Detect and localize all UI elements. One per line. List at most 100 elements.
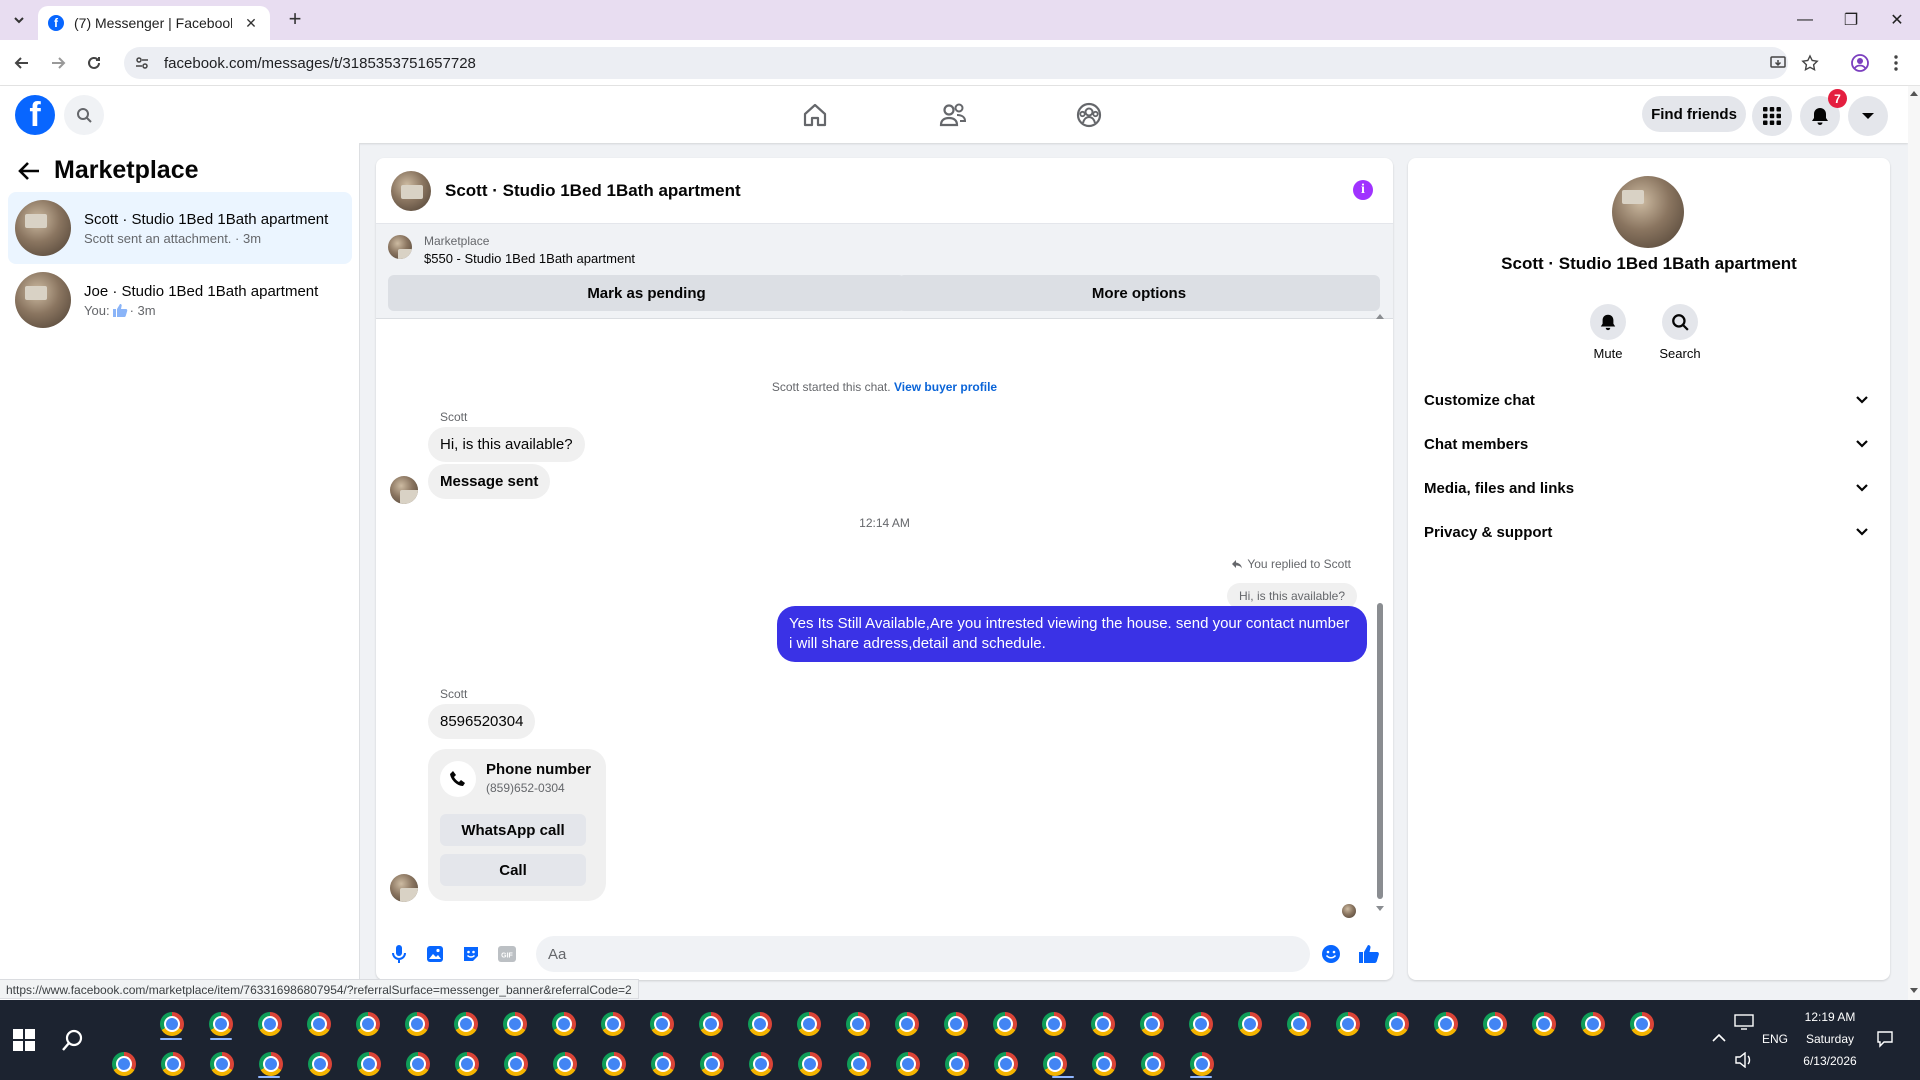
restore-button[interactable]: ❐	[1828, 0, 1874, 40]
taskbar-chrome-icon[interactable]	[602, 1052, 626, 1076]
whatsapp-call-button[interactable]: WhatsApp call	[440, 814, 586, 846]
facebook-search-button[interactable]	[64, 95, 104, 135]
taskbar-chrome-icon[interactable]	[700, 1052, 724, 1076]
scroll-down-arrow-icon[interactable]	[1376, 906, 1384, 912]
taskbar-chrome-icon[interactable]	[455, 1052, 479, 1076]
search-action[interactable]: Search	[1650, 304, 1710, 361]
taskbar-chrome-icon[interactable]	[504, 1052, 528, 1076]
taskbar-chrome-icon[interactable]	[307, 1012, 331, 1036]
more-options-button[interactable]: More options	[898, 275, 1380, 311]
taskbar-chrome-icon[interactable]	[406, 1052, 430, 1076]
scroll-up-arrow-icon[interactable]	[1376, 313, 1384, 319]
chat-avatar[interactable]	[391, 170, 431, 211]
incoming-message[interactable]: Hi, is this available?	[428, 427, 585, 462]
taskbar-chrome-icon[interactable]	[112, 1052, 136, 1076]
taskbar-chrome-icon[interactable]	[945, 1052, 969, 1076]
taskbar-chrome-icon[interactable]	[209, 1012, 233, 1036]
taskbar-chrome-icon[interactable]	[1140, 1012, 1164, 1036]
microphone-icon[interactable]	[388, 943, 410, 965]
taskbar-chrome-icon[interactable]	[748, 1012, 772, 1036]
incoming-message[interactable]: Message sent	[428, 464, 551, 499]
scroll-up-arrow-icon[interactable]	[1910, 90, 1918, 96]
conversation-item-scott[interactable]: Scott · Studio 1Bed 1Bath apartment Scot…	[8, 192, 352, 264]
volume-icon[interactable]	[1734, 1051, 1754, 1071]
taskbar-chrome-icon[interactable]	[1091, 1012, 1115, 1036]
show-hidden-icons[interactable]	[1712, 1032, 1726, 1046]
taskbar-chrome-icon[interactable]	[1385, 1012, 1409, 1036]
taskbar-chrome-icon[interactable]	[1141, 1052, 1165, 1076]
taskbar-chrome-icon[interactable]	[160, 1012, 184, 1036]
back-arrow-icon[interactable]	[18, 161, 40, 181]
taskbar-chrome-icon[interactable]	[553, 1052, 577, 1076]
incoming-message[interactable]: 8596520304	[428, 704, 536, 739]
chat-scrollbar[interactable]	[1375, 314, 1385, 913]
taskbar-chrome-icon[interactable]	[944, 1012, 968, 1036]
taskbar-chrome-icon[interactable]	[994, 1052, 1018, 1076]
call-button[interactable]: Call	[440, 854, 586, 886]
clock-time[interactable]: 12:19 AM	[1800, 1010, 1860, 1024]
forward-button[interactable]	[44, 49, 72, 77]
taskbar-chrome-icon[interactable]	[601, 1012, 625, 1036]
taskbar-chrome-icon[interactable]	[552, 1012, 576, 1036]
chat-members-section[interactable]: Chat members	[1424, 426, 1874, 462]
profile-icon[interactable]	[1846, 49, 1874, 77]
scroll-thumb[interactable]	[1377, 603, 1383, 899]
outgoing-message[interactable]: Yes Its Still Available,Are you intreste…	[777, 606, 1367, 662]
taskbar-chrome-icon[interactable]	[1336, 1012, 1360, 1036]
taskbar-chrome-icon[interactable]	[1483, 1012, 1507, 1036]
minimize-button[interactable]: —	[1782, 0, 1828, 40]
taskbar-chrome-icon[interactable]	[357, 1052, 381, 1076]
bookmark-star-icon[interactable]	[1796, 49, 1824, 77]
chat-title[interactable]: Scott · Studio 1Bed 1Bath apartment	[445, 181, 741, 201]
input-language[interactable]: ENG	[1762, 1032, 1788, 1046]
nav-home[interactable]	[795, 96, 835, 134]
nav-groups[interactable]	[1069, 96, 1109, 134]
customize-chat-section[interactable]: Customize chat	[1424, 382, 1874, 418]
mute-action[interactable]: Mute	[1578, 304, 1638, 361]
taskbar-search-icon[interactable]	[60, 1027, 86, 1053]
taskbar-chrome-icon[interactable]	[1581, 1012, 1605, 1036]
close-window-button[interactable]: ✕	[1874, 0, 1920, 40]
facebook-logo-icon[interactable]: f	[15, 95, 55, 135]
sender-avatar[interactable]	[390, 874, 418, 902]
account-menu-button[interactable]	[1848, 96, 1888, 136]
taskbar-chrome-icon[interactable]	[161, 1052, 185, 1076]
mark-as-pending-button[interactable]: Mark as pending	[388, 275, 905, 311]
network-icon[interactable]	[1734, 1014, 1754, 1033]
taskbar-chrome-icon[interactable]	[798, 1052, 822, 1076]
back-button[interactable]	[8, 49, 36, 77]
info-icon[interactable]: i	[1353, 180, 1373, 200]
notification-center-icon[interactable]	[1876, 1030, 1894, 1051]
info-avatar[interactable]	[1612, 176, 1684, 248]
page-scrollbar[interactable]	[1908, 86, 1920, 1000]
taskbar-chrome-icon[interactable]	[1189, 1012, 1213, 1036]
taskbar-chrome-icon[interactable]	[1042, 1012, 1066, 1036]
gif-icon[interactable]: GIF	[496, 943, 518, 965]
install-app-icon[interactable]	[1764, 49, 1792, 77]
taskbar-chrome-icon[interactable]	[308, 1052, 332, 1076]
browser-menu-icon[interactable]	[1882, 49, 1910, 77]
site-settings-icon[interactable]	[134, 55, 150, 71]
clock-day[interactable]: Saturday	[1800, 1032, 1860, 1046]
taskbar-chrome-icon[interactable]	[797, 1012, 821, 1036]
taskbar-chrome-icon[interactable]	[699, 1012, 723, 1036]
find-friends-button[interactable]: Find friends	[1642, 96, 1746, 132]
clock-date[interactable]: 6/13/2026	[1796, 1054, 1864, 1068]
tab-close-icon[interactable]: ✕	[242, 14, 260, 32]
taskbar-chrome-icon[interactable]	[650, 1012, 674, 1036]
sticker-icon[interactable]	[460, 943, 482, 965]
taskbar-chrome-icon[interactable]	[1287, 1012, 1311, 1036]
taskbar-chrome-icon[interactable]	[846, 1012, 870, 1036]
sender-avatar[interactable]	[390, 476, 418, 504]
nav-friends[interactable]	[933, 96, 973, 134]
media-files-links-section[interactable]: Media, files and links	[1424, 470, 1874, 506]
reload-button[interactable]	[80, 49, 108, 77]
taskbar-chrome-icon[interactable]	[1532, 1012, 1556, 1036]
taskbar-chrome-icon[interactable]	[1630, 1012, 1654, 1036]
taskbar-chrome-icon[interactable]	[454, 1012, 478, 1036]
like-send-icon[interactable]	[1358, 943, 1380, 965]
new-tab-button[interactable]: +	[282, 8, 308, 32]
scroll-down-arrow-icon[interactable]	[1910, 988, 1918, 994]
taskbar-chrome-icon[interactable]	[356, 1012, 380, 1036]
listing-title[interactable]: $550 - Studio 1Bed 1Bath apartment	[424, 251, 635, 266]
